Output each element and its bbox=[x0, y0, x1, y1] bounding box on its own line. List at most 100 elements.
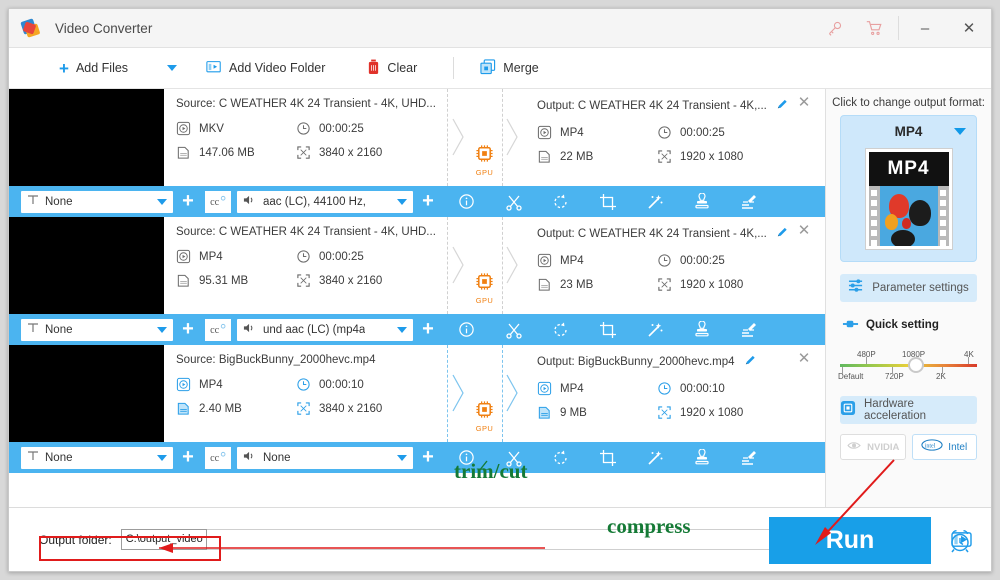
clear-button[interactable]: Clear bbox=[357, 48, 427, 88]
subtitle-select[interactable]: None bbox=[21, 318, 173, 341]
balloon-decoration bbox=[890, 230, 915, 246]
quality-slider[interactable]: Default 480P 720P 1080P 2K 4K bbox=[838, 342, 977, 386]
chevron-down-icon bbox=[397, 326, 407, 333]
output-folder-path-rest[interactable] bbox=[206, 529, 867, 550]
rotate-button[interactable] bbox=[537, 442, 584, 473]
remove-file-button[interactable]: ✕ bbox=[796, 95, 812, 111]
source-info: Source: BigBuckBunny_2000hevc.mp4 MP4 00… bbox=[164, 345, 447, 442]
format-thumb-label: MP4 bbox=[887, 158, 930, 179]
merge-button[interactable]: Merge bbox=[470, 48, 548, 88]
add-subtitle-button[interactable]: + bbox=[173, 186, 203, 217]
remove-file-button[interactable]: ✕ bbox=[796, 351, 812, 367]
output-format-card[interactable]: MP4 MP4 bbox=[840, 115, 977, 262]
file-item[interactable]: Source: BigBuckBunny_2000hevc.mp4 MP4 00… bbox=[9, 345, 826, 473]
subtitle-edit-button[interactable] bbox=[725, 442, 772, 473]
video-thumbnail[interactable] bbox=[9, 345, 164, 442]
resolution-icon bbox=[657, 277, 672, 292]
watermark-button[interactable] bbox=[678, 442, 725, 473]
source-format-text: MP4 bbox=[199, 250, 223, 263]
remove-file-button[interactable]: ✕ bbox=[796, 223, 812, 239]
subtitle-edit-button[interactable] bbox=[725, 186, 772, 217]
run-button[interactable]: Run bbox=[769, 517, 931, 564]
closed-caption-button[interactable]: cc bbox=[205, 318, 231, 341]
cart-icon[interactable] bbox=[854, 9, 894, 48]
closed-caption-button[interactable]: cc bbox=[205, 446, 231, 469]
file-item[interactable]: Source: C WEATHER 4K 24 Transient - 4K, … bbox=[9, 89, 826, 217]
nvidia-toggle[interactable]: NVIDIA bbox=[840, 434, 906, 460]
annotation-trim-cut: trim/cut bbox=[454, 459, 528, 483]
subtitle-select[interactable]: None bbox=[21, 190, 173, 213]
magic-wand-icon bbox=[647, 322, 662, 337]
add-audio-button[interactable]: + bbox=[413, 314, 443, 345]
subtitle-edit-button[interactable] bbox=[725, 314, 772, 345]
edit-pencil-icon[interactable] bbox=[744, 354, 757, 370]
minimize-button[interactable]: – bbox=[903, 9, 947, 48]
add-subtitle-button[interactable]: + bbox=[173, 442, 203, 473]
add-files-button[interactable]: + Add Files bbox=[49, 48, 138, 88]
effects-button[interactable] bbox=[631, 442, 678, 473]
edit-pencil-icon[interactable] bbox=[776, 226, 789, 242]
audio-select[interactable]: aac (LC), 44100 Hz, bbox=[237, 190, 413, 213]
quick-setting-row: Quick setting bbox=[842, 316, 991, 334]
scissors-icon bbox=[505, 195, 522, 211]
add-audio-button[interactable]: + bbox=[413, 186, 443, 217]
stamp-icon bbox=[694, 320, 709, 336]
parameter-settings-button[interactable]: Parameter settings bbox=[840, 274, 977, 302]
info-button[interactable] bbox=[443, 314, 490, 345]
add-video-folder-button[interactable]: Add Video Folder bbox=[196, 48, 335, 88]
add-subtitle-button[interactable]: + bbox=[173, 314, 203, 345]
crop-button[interactable] bbox=[584, 442, 631, 473]
crop-button[interactable] bbox=[584, 186, 631, 217]
watermark-button[interactable] bbox=[678, 314, 725, 345]
output-title-wrap: Output: BigBuckBunny_2000hevc.mp4 bbox=[537, 354, 826, 370]
video-format-icon bbox=[537, 381, 552, 396]
file-list[interactable]: Source: C WEATHER 4K 24 Transient - 4K, … bbox=[9, 89, 827, 507]
output-title-wrap: Output: C WEATHER 4K 24 Transient - 4K,.… bbox=[537, 226, 826, 242]
quality-slider-knob[interactable] bbox=[908, 357, 924, 373]
rotate-button[interactable] bbox=[537, 314, 584, 345]
intel-logo-icon: intel bbox=[921, 438, 943, 456]
file-row: Source: BigBuckBunny_2000hevc.mp4 MP4 00… bbox=[9, 345, 826, 442]
info-button[interactable] bbox=[443, 186, 490, 217]
info-icon bbox=[459, 322, 474, 337]
effects-button[interactable] bbox=[631, 314, 678, 345]
close-button[interactable]: ✕ bbox=[947, 9, 991, 48]
rotate-button[interactable] bbox=[537, 186, 584, 217]
chevron-down-icon bbox=[397, 198, 407, 205]
subtitle-value: None bbox=[45, 195, 73, 208]
add-video-folder-label: Add Video Folder bbox=[229, 61, 326, 75]
trim-cut-button[interactable] bbox=[490, 186, 537, 217]
closed-caption-button[interactable]: cc bbox=[205, 190, 231, 213]
add-audio-button[interactable]: + bbox=[413, 442, 443, 473]
effects-button[interactable] bbox=[631, 186, 678, 217]
gpu-indicator[interactable]: GPU bbox=[465, 144, 505, 177]
output-filesize-text: 9 MB bbox=[560, 406, 587, 419]
chevron-down-icon[interactable] bbox=[954, 128, 966, 135]
add-files-dropdown-button[interactable] bbox=[160, 48, 184, 88]
intel-toggle[interactable]: intel Intel bbox=[911, 434, 977, 460]
output-resolution: 1920 x 1080 bbox=[657, 277, 777, 292]
timer-button[interactable] bbox=[937, 517, 983, 564]
hardware-acceleration-button[interactable]: Hardware acceleration bbox=[840, 396, 977, 424]
key-icon[interactable] bbox=[814, 9, 854, 48]
output-title: Output: BigBuckBunny_2000hevc.mp4 bbox=[537, 356, 735, 368]
file-item[interactable]: Source: C WEATHER 4K 24 Transient - 4K, … bbox=[9, 217, 826, 345]
gpu-indicator[interactable]: GPU bbox=[465, 400, 505, 433]
crop-button[interactable] bbox=[584, 314, 631, 345]
gpu-indicator[interactable]: GPU bbox=[465, 272, 505, 305]
watermark-button[interactable] bbox=[678, 186, 725, 217]
output-folder-input[interactable]: C:\output_video bbox=[120, 529, 207, 550]
source-resolution: 3840 x 2160 bbox=[296, 273, 416, 288]
output-meta-row-1: MP4 00:00:10 bbox=[537, 381, 826, 396]
video-thumbnail[interactable] bbox=[9, 89, 164, 186]
closed-caption-icon: cc bbox=[210, 323, 225, 336]
toggle-icon bbox=[842, 316, 859, 334]
subtitle-select[interactable]: None bbox=[21, 446, 173, 469]
video-format-icon bbox=[176, 249, 191, 264]
trim-cut-button[interactable] bbox=[490, 314, 537, 345]
quality-tick-2k: 2K bbox=[936, 372, 946, 381]
audio-select[interactable]: None bbox=[237, 446, 413, 469]
video-thumbnail[interactable] bbox=[9, 217, 164, 314]
audio-select[interactable]: und aac (LC) (mp4a bbox=[237, 318, 413, 341]
edit-pencil-icon[interactable] bbox=[776, 98, 789, 114]
